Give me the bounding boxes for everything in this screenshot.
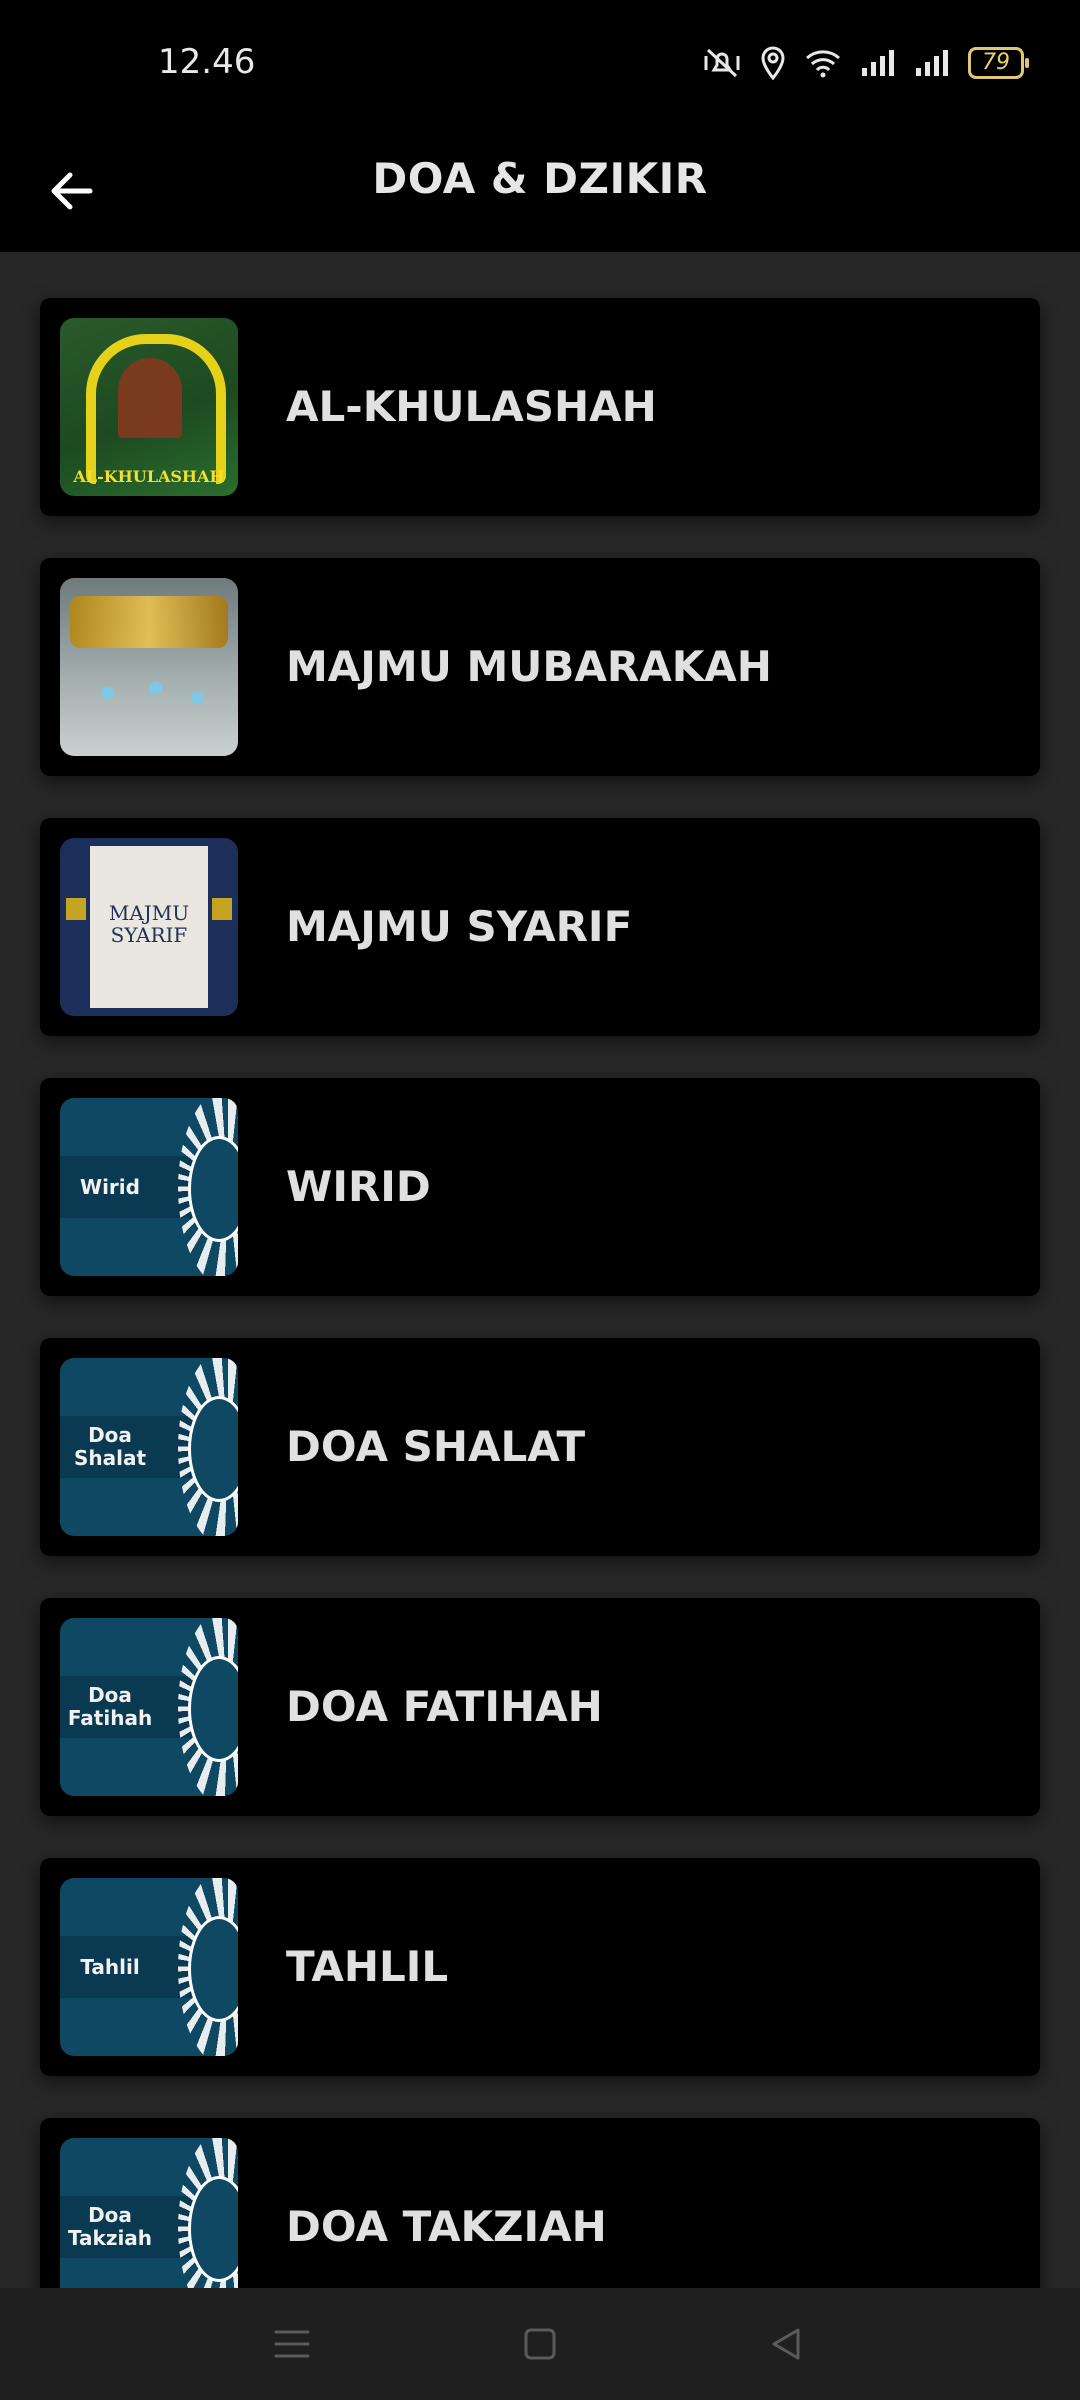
app-bar: DOA & DZIKIR bbox=[0, 130, 1080, 252]
list-item-label: AL-KHULASHAH bbox=[286, 382, 657, 431]
wifi-icon bbox=[806, 50, 840, 78]
majmu-syarif-thumbnail: MAJMU SYARIF bbox=[60, 838, 238, 1016]
list-item-majmu-mubarakah[interactable]: MAJMU MUBARAKAH bbox=[40, 558, 1040, 776]
battery-indicator: 79 bbox=[968, 47, 1029, 79]
list-item-doa-fatihah[interactable]: Doa Fatihah DOA FATIHAH bbox=[40, 1598, 1040, 1816]
list-item-label: DOA FATIHAH bbox=[286, 1682, 603, 1731]
doa-fatihah-thumbnail: Doa Fatihah bbox=[60, 1618, 238, 1796]
wirid-thumbnail: Wirid bbox=[60, 1098, 238, 1276]
doa-list: AL-KHULASHAH AL-KHULASHAH MAJMU MUBARAKA… bbox=[40, 298, 1040, 2378]
doa-shalat-thumbnail: Doa Shalat bbox=[60, 1358, 238, 1536]
mute-vibrate-icon bbox=[704, 48, 740, 78]
status-icons: 79 bbox=[702, 46, 1029, 80]
signal-icon bbox=[916, 50, 948, 76]
list-item-doa-shalat[interactable]: Doa Shalat DOA SHALAT bbox=[40, 1338, 1040, 1556]
al-khulashah-thumbnail: AL-KHULASHAH bbox=[60, 318, 238, 496]
thumbnail-text: MAJMU SYARIF bbox=[108, 901, 190, 947]
tahlil-thumbnail: Tahlil bbox=[60, 1878, 238, 2056]
thumbnail-text: Wirid bbox=[80, 1174, 140, 1199]
thumbnail-text: AL-KHULASHAH bbox=[73, 467, 225, 486]
list-item-al-khulashah[interactable]: AL-KHULASHAH AL-KHULASHAH bbox=[40, 298, 1040, 516]
page-title: DOA & DZIKIR bbox=[372, 154, 708, 203]
list-item-wirid[interactable]: Wirid WIRID bbox=[40, 1078, 1040, 1296]
menu-icon[interactable] bbox=[272, 2324, 312, 2364]
home-icon[interactable] bbox=[520, 2324, 560, 2364]
status-time: 12.46 bbox=[158, 42, 256, 82]
thumbnail-text: Doa Shalat bbox=[73, 1423, 147, 1470]
list-item-tahlil[interactable]: Tahlil TAHLIL bbox=[40, 1858, 1040, 2076]
list-item-label: TAHLIL bbox=[286, 1942, 449, 1991]
list-item-label: WIRID bbox=[286, 1162, 431, 1211]
majmu-mubarakah-thumbnail bbox=[60, 578, 238, 756]
list-item-label: DOA SHALAT bbox=[286, 1422, 586, 1471]
list-item-label: MAJMU SYARIF bbox=[286, 902, 633, 951]
list-item-label: MAJMU MUBARAKAH bbox=[286, 642, 772, 691]
thumbnail-text: Tahlil bbox=[80, 1954, 140, 1979]
status-bar: 12.46 79 bbox=[0, 0, 1080, 130]
system-nav-bar bbox=[0, 2288, 1080, 2400]
thumbnail-text: Doa Fatihah bbox=[67, 1683, 153, 1730]
list-item-majmu-syarif[interactable]: MAJMU SYARIF MAJMU SYARIF bbox=[40, 818, 1040, 1036]
location-icon bbox=[761, 46, 785, 80]
signal-icon bbox=[862, 50, 894, 76]
back-triangle-icon[interactable] bbox=[766, 2324, 806, 2364]
